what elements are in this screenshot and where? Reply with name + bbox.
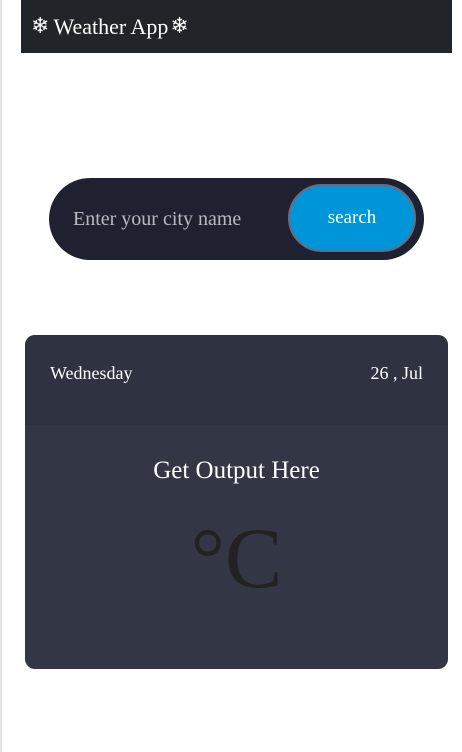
card-header: Wednesday 26 , Jul (25, 335, 448, 425)
date-label: 26 , Jul (370, 363, 423, 383)
page-left-border (0, 0, 2, 752)
day-label: Wednesday (50, 363, 133, 383)
snowflake-icon: ❄ (170, 13, 189, 39)
search-bar: search (49, 178, 424, 260)
navbar: ❄ Weather App ❄ (21, 0, 452, 53)
city-search-input[interactable] (73, 198, 273, 240)
snowflake-icon: ❄ (31, 13, 50, 39)
search-button[interactable]: search (288, 184, 416, 252)
weather-card: Wednesday 26 , Jul Get Output Here °C (25, 335, 448, 669)
temperature-display: °C (190, 510, 283, 606)
app-title[interactable]: Weather App (53, 14, 168, 40)
output-text: Get Output Here (153, 457, 320, 484)
